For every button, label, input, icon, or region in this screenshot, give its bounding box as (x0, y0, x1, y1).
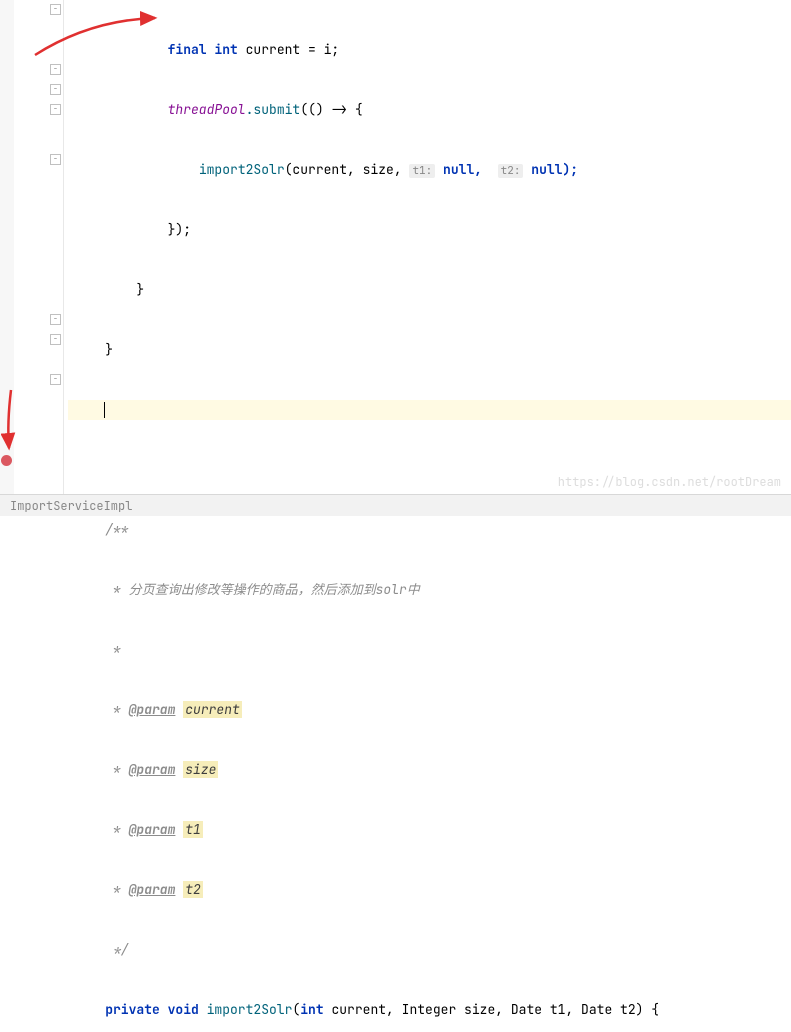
code-line-cursor[interactable] (68, 400, 791, 420)
fold-marker-icon[interactable]: − (50, 84, 61, 95)
gutter[interactable]: − − − − − − − − (14, 0, 64, 516)
code-area[interactable]: final int current = i; threadPool.submit… (64, 0, 791, 516)
code-line[interactable]: * (68, 640, 791, 660)
code-line[interactable]: * @param current (68, 700, 791, 720)
breakpoint-dot[interactable] (1, 455, 12, 466)
editor-container: − − − − − − − − final int current = i; t… (0, 0, 791, 516)
code-line[interactable]: import2Solr(current, size, t1: null, t2:… (68, 160, 791, 180)
code-line[interactable]: final int current = i; (68, 40, 791, 60)
fold-marker-icon[interactable]: − (50, 334, 61, 345)
caret (104, 402, 105, 418)
code-line[interactable]: }); (68, 220, 791, 240)
code-line[interactable]: /** (68, 520, 791, 540)
fold-marker-icon[interactable]: − (50, 154, 61, 165)
gutter-margin (0, 0, 14, 516)
code-line[interactable]: } (68, 340, 791, 360)
code-line[interactable]: } (68, 280, 791, 300)
fold-marker-icon[interactable]: − (50, 64, 61, 75)
code-line[interactable] (68, 460, 791, 480)
code-line[interactable]: * @param t2 (68, 880, 791, 900)
breadcrumb[interactable]: ImportServiceImpl (10, 498, 132, 514)
fold-marker-icon[interactable]: − (50, 104, 61, 115)
fold-marker-icon[interactable]: − (50, 374, 61, 385)
fold-marker-icon[interactable]: − (50, 4, 61, 15)
code-line[interactable]: * @param size (68, 760, 791, 780)
code-line[interactable]: */ (68, 940, 791, 960)
code-line[interactable]: * 分页查询出修改等操作的商品，然后添加到solr中 (68, 580, 791, 600)
code-line[interactable]: * @param t1 (68, 820, 791, 840)
code-line[interactable]: threadPool.submit(() -> { (68, 100, 791, 120)
code-line[interactable]: private void import2Solr(int current, In… (68, 1000, 791, 1020)
status-bar: ImportServiceImpl (0, 494, 791, 516)
fold-marker-icon[interactable]: − (50, 314, 61, 325)
